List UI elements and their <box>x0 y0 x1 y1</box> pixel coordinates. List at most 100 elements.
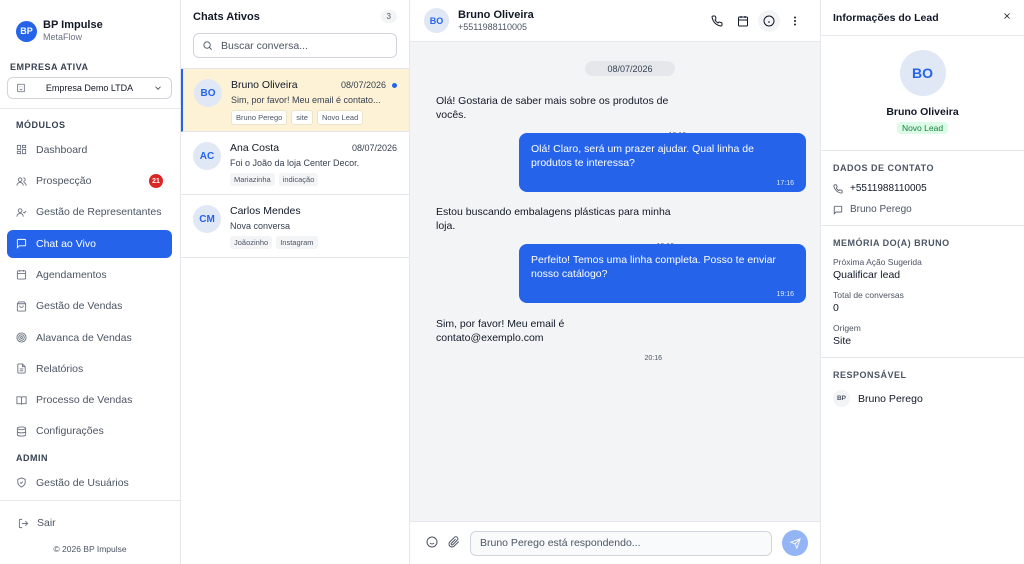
prospeccao-count-badge: 21 <box>149 174 163 189</box>
lead-info-button[interactable] <box>758 9 780 32</box>
tag: Bruno Perego <box>231 110 288 125</box>
more-vertical-icon <box>794 16 796 25</box>
company-select-value: Empresa Demo LTDA <box>45 82 134 93</box>
chat-date: 08/07/2026 <box>351 143 397 153</box>
logout-button[interactable]: Sair <box>0 517 180 529</box>
nav-item-agendamentos[interactable]: Agendamentos <box>7 261 172 289</box>
shopping-bag-icon <box>16 301 27 312</box>
tag: site <box>291 110 313 125</box>
phone-icon <box>711 14 723 26</box>
lead-avatar: BO <box>899 50 946 96</box>
info-icon <box>763 15 775 26</box>
nav-item-relatorios[interactable]: Relatórios <box>7 355 172 383</box>
avatar: CM <box>193 205 221 233</box>
chat-preview: Foi o João da loja Center Decor. <box>230 158 360 168</box>
send-icon <box>789 537 801 549</box>
message-list[interactable]: 08/07/2026 Olá! Gostaria de saber mais s… <box>410 42 820 521</box>
target-icon <box>16 332 27 343</box>
tag: Joãozinho <box>230 236 273 249</box>
chat-search-input[interactable] <box>221 39 388 52</box>
lead-info-panel: Informações do Lead BO Bruno Oliveira No… <box>821 0 1024 564</box>
chat-tags: Bruno Perego site Novo Lead <box>231 110 397 125</box>
contact-owner: Bruno Perego <box>850 204 912 215</box>
close-button[interactable] <box>1002 11 1012 24</box>
brand-name: BP Impulse <box>43 19 103 32</box>
total-conversations-value: 0 <box>833 302 839 314</box>
nav-item-label: Gestão de Vendas <box>36 300 123 313</box>
lead-panel-header: Informações do Lead <box>821 0 1024 36</box>
chat-contact-name: Carlos Mendes <box>230 205 301 217</box>
main-nav: Dashboard Prospecção 21 Gestão de Repres… <box>0 130 180 449</box>
chat-list-title: Chats Ativos <box>193 10 260 23</box>
chat-contact-name: Bruno Oliveira <box>231 79 298 91</box>
attach-button[interactable] <box>448 535 460 551</box>
schedule-button[interactable] <box>732 10 754 32</box>
send-button[interactable] <box>782 530 808 556</box>
nav-item-label: Configurações <box>36 425 104 438</box>
conversation-header: BO Bruno Oliveira +5511988110005 <box>410 0 820 42</box>
nav-item-configuracoes[interactable]: Configurações <box>7 417 172 445</box>
message-incoming: Sim, por favor! Meu email é contato@exem… <box>424 308 674 362</box>
file-icon <box>17 363 26 374</box>
emoji-button[interactable] <box>426 536 438 551</box>
nav-item-label: Chat ao Vivo <box>36 237 96 250</box>
message-input[interactable] <box>470 530 772 556</box>
nav-item-label: Relatórios <box>36 362 84 375</box>
book-icon <box>16 395 27 405</box>
nav-item-chat-ao-vivo[interactable]: Chat ao Vivo <box>7 229 172 258</box>
chat-preview: Sim, por favor! Meu email é contato... <box>231 95 381 105</box>
unread-dot <box>392 82 397 88</box>
sidebar: BP BP Impulse MetaFlow EMPRESA ATIVA Emp… <box>0 0 181 564</box>
message-text: Sim, por favor! Meu email é contato@exem… <box>436 318 565 344</box>
message-composer <box>410 521 820 564</box>
contact-owner-row: Bruno Perego <box>833 204 1012 215</box>
message-incoming: Estou buscando embalagens plásticas para… <box>424 196 686 250</box>
nav-item-label: Processo de Vendas <box>36 394 133 407</box>
nav-item-processo-vendas[interactable]: Processo de Vendas <box>7 386 172 414</box>
contact-phone-row: +5511988110005 <box>833 183 1012 194</box>
chat-search[interactable] <box>193 33 397 58</box>
message-outgoing: Perfeito! Temos uma linha completa. Poss… <box>519 244 806 303</box>
building-icon <box>17 83 25 92</box>
message-text: Olá! Claro, será um prazer ajudar. Qual … <box>531 143 754 169</box>
chat-contact-name: Ana Costa <box>230 142 280 154</box>
message-text: Olá! Gostaria de saber mais sobre os pro… <box>436 95 669 121</box>
nav-item-dashboard[interactable]: Dashboard <box>7 136 172 164</box>
contact-section-title: DADOS DE CONTATO <box>833 163 935 173</box>
brand[interactable]: BP BP Impulse MetaFlow <box>0 0 180 49</box>
chat-tags: Mariazinha indicação <box>230 173 397 186</box>
responsible-row: BP Bruno Perego <box>833 390 1012 407</box>
origin-value: Site <box>833 335 852 347</box>
nav-item-representantes[interactable]: Gestão de Representantes <box>7 198 172 226</box>
chat-list-item[interactable]: CM Carlos Mendes Nova conversa Joãozinho… <box>181 195 409 258</box>
nav-item-alavanca-vendas[interactable]: Alavanca de Vendas <box>7 324 172 352</box>
next-action-value: Qualificar lead <box>833 269 901 281</box>
avatar: BP <box>833 390 850 407</box>
date-divider: 08/07/2026 <box>585 61 675 76</box>
nav-item-label: Agendamentos <box>36 268 107 281</box>
phone-icon <box>833 183 843 194</box>
nav-item-gestao-vendas[interactable]: Gestão de Vendas <box>7 292 172 320</box>
company-select[interactable]: Empresa Demo LTDA <box>7 76 172 99</box>
origin-label: Origem <box>833 323 861 333</box>
database-icon <box>16 426 27 437</box>
sidebar-footer: Sair © 2026 BP Impulse <box>0 500 180 564</box>
message-time: 20:16 <box>644 355 662 362</box>
responsible-name: Bruno Perego <box>858 392 923 405</box>
nav-item-prospeccao[interactable]: Prospecção 21 <box>7 167 172 195</box>
tag: indicação <box>278 173 319 186</box>
chat-list-header: Chats Ativos 3 <box>181 0 409 23</box>
chat-tags: Joãozinho Instagram <box>230 236 397 249</box>
grid-icon <box>16 145 27 155</box>
nav-item-label: Prospecção <box>36 175 92 188</box>
chat-list-item[interactable]: AC Ana Costa 08/07/2026 Foi o João da lo… <box>181 132 409 195</box>
admin-section-label: ADMIN <box>16 452 48 463</box>
message-time: 19:16 <box>776 291 794 298</box>
nav-item-gestao-usuarios[interactable]: Gestão de Usuários <box>7 469 172 497</box>
brand-subtitle: MetaFlow <box>43 32 83 43</box>
chat-list-item[interactable]: BO Bruno Oliveira 08/07/2026 Sim, por fa… <box>181 69 409 132</box>
more-options-button[interactable] <box>784 10 806 32</box>
avatar: BO <box>424 8 449 33</box>
call-button[interactable] <box>706 10 728 32</box>
shield-icon <box>17 477 26 488</box>
